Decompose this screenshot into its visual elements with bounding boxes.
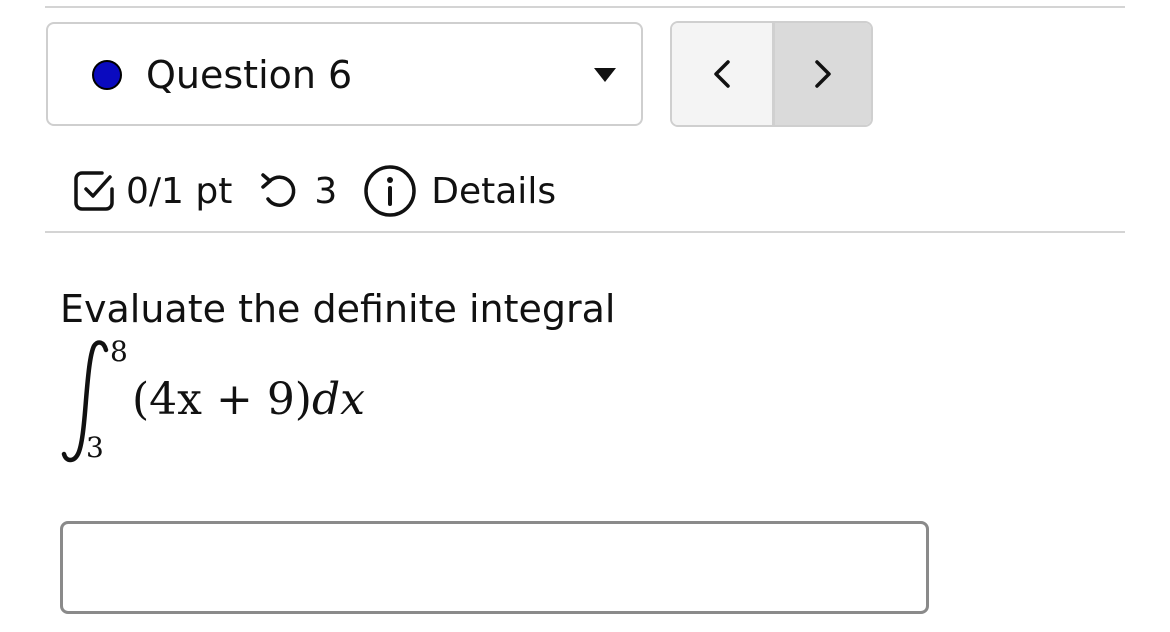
next-question-button[interactable] — [775, 23, 871, 125]
integral-lower-limit: 3 — [86, 431, 104, 464]
previous-question-button[interactable] — [672, 23, 775, 125]
points-text: 0/1 pt — [126, 170, 233, 212]
integral-upper-limit: 8 — [110, 335, 128, 368]
question-status-dot — [92, 60, 122, 90]
question-meta-row: 0/1 pt 3 Details — [72, 160, 556, 222]
integral-expression: 8 3 (4x + 9)dx — [58, 336, 378, 466]
integrand-expression: (4x + 9) — [132, 374, 312, 425]
caret-down-icon — [594, 68, 616, 82]
top-divider — [45, 6, 1125, 8]
checkbox-check-icon — [74, 171, 114, 211]
question-nav-buttons — [670, 21, 873, 127]
answer-input[interactable] — [60, 521, 929, 614]
differential: dx — [311, 374, 365, 425]
details-link[interactable]: Details — [431, 171, 556, 212]
question-selector-label: Question 6 — [146, 53, 353, 97]
retries-count: 3 — [314, 170, 338, 212]
integrand: (4x + 9)dx — [132, 374, 365, 426]
info-icon[interactable] — [363, 164, 417, 218]
chevron-right-icon — [815, 60, 831, 88]
chevron-left-icon — [714, 60, 730, 88]
retry-icon — [261, 173, 296, 207]
question-prompt: Evaluate the definite integral — [60, 287, 616, 331]
question-selector[interactable]: Question 6 — [46, 22, 643, 126]
section-divider — [45, 231, 1125, 233]
